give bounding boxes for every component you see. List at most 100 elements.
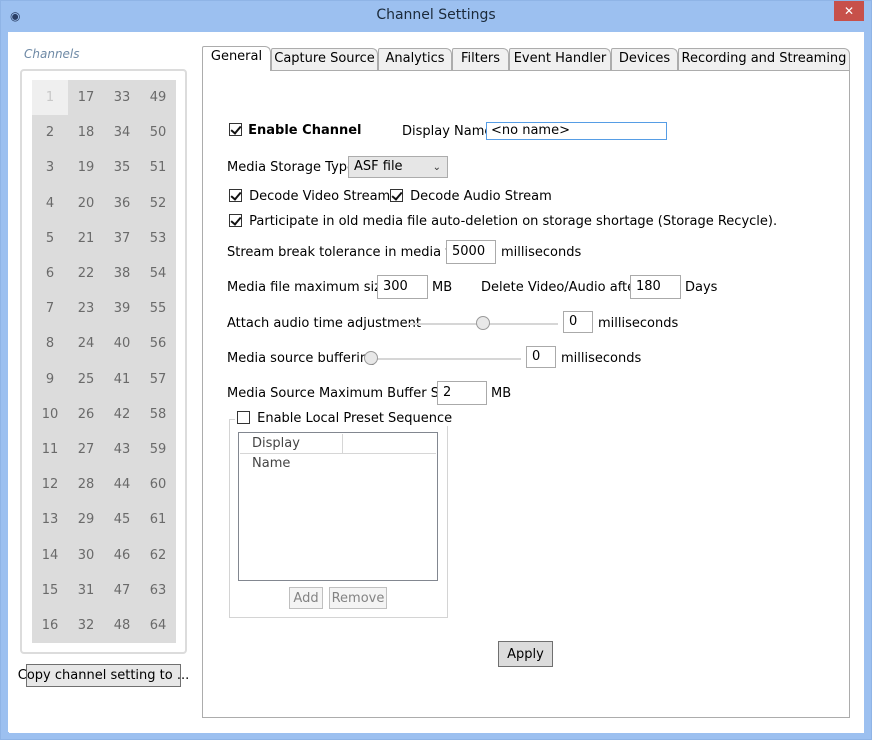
channel-cell-10[interactable]: 10 xyxy=(32,397,68,432)
decode-video-label: Decode Video Stream xyxy=(249,189,391,204)
channel-cell-60[interactable]: 60 xyxy=(140,467,176,502)
decode-audio-checkbox[interactable] xyxy=(390,189,403,202)
tab-devices[interactable]: Devices xyxy=(611,48,678,70)
channel-cell-2[interactable]: 2 xyxy=(32,115,68,150)
channel-cell-55[interactable]: 55 xyxy=(140,291,176,326)
channel-cell-3[interactable]: 3 xyxy=(32,150,68,185)
preset-enable-checkbox[interactable] xyxy=(237,411,250,424)
tab-capture-source[interactable]: Capture Source xyxy=(271,48,378,70)
channel-cell-54[interactable]: 54 xyxy=(140,256,176,291)
channel-cell-35[interactable]: 35 xyxy=(104,150,140,185)
channel-cell-1[interactable]: 1 xyxy=(32,80,68,116)
channel-cell-28[interactable]: 28 xyxy=(68,467,104,502)
channel-cell-11[interactable]: 11 xyxy=(32,432,68,467)
enable-channel-label: Enable Channel xyxy=(248,123,362,138)
channel-cell-9[interactable]: 9 xyxy=(32,362,68,397)
channel-cell-36[interactable]: 36 xyxy=(104,186,140,221)
channels-caption: Channels xyxy=(24,47,80,61)
channel-cell-25[interactable]: 25 xyxy=(68,362,104,397)
channel-cell-34[interactable]: 34 xyxy=(104,115,140,150)
storage-type-select[interactable]: ASF file ⌄ xyxy=(348,156,448,178)
channel-cell-14[interactable]: 14 xyxy=(32,537,68,572)
channel-cell-50[interactable]: 50 xyxy=(140,115,176,150)
channel-cell-20[interactable]: 20 xyxy=(68,186,104,221)
display-name-field[interactable]: <no name> xyxy=(486,122,667,140)
tab-analytics[interactable]: Analytics xyxy=(378,48,452,70)
break-tolerance-field[interactable]: 5000 xyxy=(446,240,496,264)
buffering-slider-thumb[interactable] xyxy=(364,351,378,365)
channel-cell-29[interactable]: 29 xyxy=(68,502,104,537)
buffering-field[interactable]: 0 xyxy=(526,346,556,368)
channel-cell-42[interactable]: 42 xyxy=(104,397,140,432)
channel-cell-39[interactable]: 39 xyxy=(104,291,140,326)
break-tolerance-unit: milliseconds xyxy=(501,245,582,260)
channel-cell-63[interactable]: 63 xyxy=(140,573,176,608)
channel-cell-53[interactable]: 53 xyxy=(140,221,176,256)
audio-adjust-label: Attach audio time adjustment xyxy=(227,316,421,331)
preset-list[interactable]: Display Name xyxy=(238,432,438,581)
delete-after-field[interactable]: 180 xyxy=(630,275,681,299)
channel-cell-32[interactable]: 32 xyxy=(68,608,104,643)
storage-recycle-checkbox[interactable] xyxy=(229,214,242,227)
storage-type-value: ASF file xyxy=(354,159,403,174)
channel-cell-6[interactable]: 6 xyxy=(32,256,68,291)
tab-filters[interactable]: Filters xyxy=(452,48,509,70)
title-bar[interactable]: ◉ Channel Settings ✕ xyxy=(1,1,871,32)
channel-cell-16[interactable]: 16 xyxy=(32,608,68,643)
channel-cell-51[interactable]: 51 xyxy=(140,150,176,185)
channel-cell-38[interactable]: 38 xyxy=(104,256,140,291)
channel-cell-7[interactable]: 7 xyxy=(32,291,68,326)
channel-cell-64[interactable]: 64 xyxy=(140,608,176,643)
tab-recording-and-streaming[interactable]: Recording and Streaming xyxy=(678,48,850,70)
tab-general[interactable]: General xyxy=(202,46,271,71)
channel-cell-41[interactable]: 41 xyxy=(104,362,140,397)
channel-cell-40[interactable]: 40 xyxy=(104,326,140,361)
channel-cell-61[interactable]: 61 xyxy=(140,502,176,537)
channel-cell-8[interactable]: 8 xyxy=(32,326,68,361)
channel-cell-59[interactable]: 59 xyxy=(140,432,176,467)
audio-adjust-slider-thumb[interactable] xyxy=(476,316,490,330)
tab-event-handler[interactable]: Event Handler xyxy=(509,48,611,70)
channel-cell-18[interactable]: 18 xyxy=(68,115,104,150)
channel-cell-58[interactable]: 58 xyxy=(140,397,176,432)
channel-cell-13[interactable]: 13 xyxy=(32,502,68,537)
enable-channel-checkbox[interactable] xyxy=(229,123,242,136)
channel-cell-62[interactable]: 62 xyxy=(140,537,176,572)
channel-cell-27[interactable]: 27 xyxy=(68,432,104,467)
channel-cell-48[interactable]: 48 xyxy=(104,608,140,643)
channel-cell-30[interactable]: 30 xyxy=(68,537,104,572)
channel-cell-22[interactable]: 22 xyxy=(68,256,104,291)
copy-channel-setting-button[interactable]: Copy channel setting to ... xyxy=(18,664,189,687)
channel-cell-26[interactable]: 26 xyxy=(68,397,104,432)
channel-cell-37[interactable]: 37 xyxy=(104,221,140,256)
max-buffer-field[interactable]: 2 xyxy=(437,381,487,405)
add-preset-button[interactable]: Add xyxy=(289,587,323,609)
decode-video-checkbox[interactable] xyxy=(229,189,242,202)
remove-preset-button[interactable]: Remove xyxy=(329,587,387,609)
channel-cell-19[interactable]: 19 xyxy=(68,150,104,185)
channel-cell-46[interactable]: 46 xyxy=(104,537,140,572)
channel-cell-4[interactable]: 4 xyxy=(32,186,68,221)
channel-cell-23[interactable]: 23 xyxy=(68,291,104,326)
channel-cell-52[interactable]: 52 xyxy=(140,186,176,221)
channel-cell-47[interactable]: 47 xyxy=(104,573,140,608)
close-button[interactable]: ✕ xyxy=(834,1,864,21)
channel-cell-17[interactable]: 17 xyxy=(68,80,104,115)
channel-cell-15[interactable]: 15 xyxy=(32,573,68,608)
channel-cell-57[interactable]: 57 xyxy=(140,362,176,397)
preset-column-display-name[interactable]: Display Name xyxy=(240,434,343,471)
audio-adjust-field[interactable]: 0 xyxy=(563,311,593,333)
apply-button[interactable]: Apply xyxy=(498,641,553,667)
channel-cell-33[interactable]: 33 xyxy=(104,80,140,115)
channel-cell-56[interactable]: 56 xyxy=(140,326,176,361)
channel-cell-5[interactable]: 5 xyxy=(32,221,68,256)
channel-cell-43[interactable]: 43 xyxy=(104,432,140,467)
channel-cell-12[interactable]: 12 xyxy=(32,467,68,502)
channel-cell-45[interactable]: 45 xyxy=(104,502,140,537)
channel-cell-21[interactable]: 21 xyxy=(68,221,104,256)
channel-cell-49[interactable]: 49 xyxy=(140,80,176,115)
channel-cell-31[interactable]: 31 xyxy=(68,573,104,608)
channel-cell-24[interactable]: 24 xyxy=(68,326,104,361)
max-size-field[interactable]: 300 xyxy=(377,275,428,299)
channel-cell-44[interactable]: 44 xyxy=(104,467,140,502)
